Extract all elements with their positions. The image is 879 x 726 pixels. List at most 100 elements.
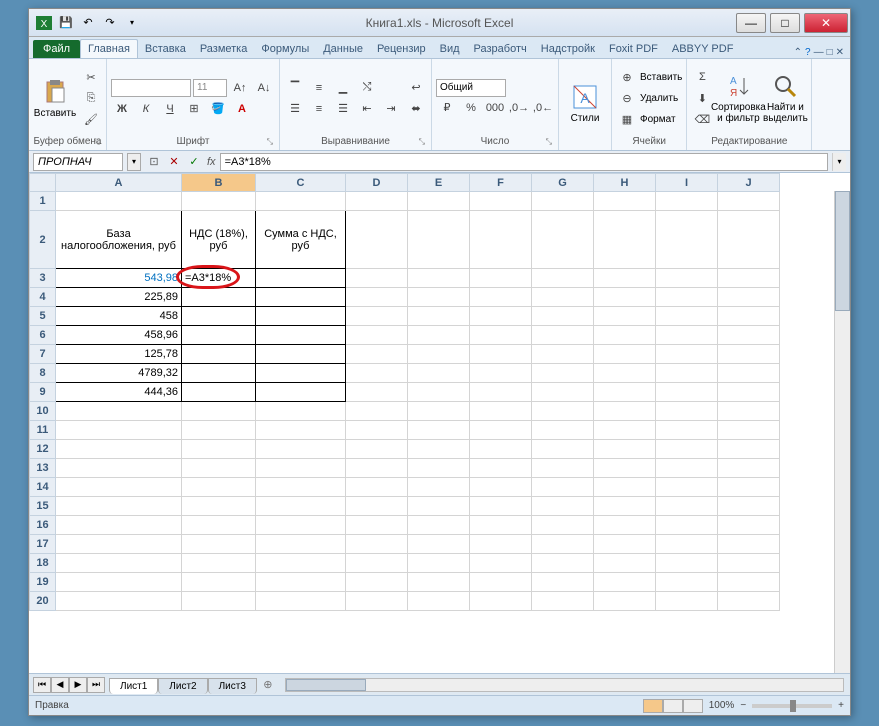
cell-F13[interactable] [470,459,532,478]
cell-I3[interactable] [656,269,718,288]
sheet-nav-next-icon[interactable]: ▶ [69,677,87,693]
cell-G7[interactable] [532,345,594,364]
cell-E5[interactable] [408,307,470,326]
align-right-icon[interactable]: ☰ [332,99,354,119]
cell-F6[interactable] [470,326,532,345]
cell-F19[interactable] [470,573,532,592]
underline-icon[interactable]: Ч [159,99,181,119]
vertical-scrollbar[interactable] [834,191,850,673]
row-header-2[interactable]: 2 [30,211,56,269]
cell-G20[interactable] [532,592,594,611]
cell-I10[interactable] [656,402,718,421]
decrease-font-icon[interactable]: A↓ [253,78,275,98]
help-icon[interactable]: ? [805,47,811,58]
cell-H6[interactable] [594,326,656,345]
font-size-select[interactable]: 11 [193,79,227,97]
enter-icon[interactable]: ✓ [185,153,203,171]
cell-D8[interactable] [346,364,408,383]
tab-formulas[interactable]: Формулы [254,40,316,58]
tab-abbyy[interactable]: ABBYY PDF [665,40,741,58]
cell-F14[interactable] [470,478,532,497]
copy-icon[interactable]: ⎘ [80,88,102,108]
sheet-nav-last-icon[interactable]: ⏭ [87,677,105,693]
cell-B8[interactable] [182,364,256,383]
sheet-nav-first-icon[interactable]: ⏮ [33,677,51,693]
cell-B7[interactable] [182,345,256,364]
cell-A20[interactable] [56,592,182,611]
format-painter-icon[interactable]: 🖌 [80,109,102,129]
spreadsheet-grid[interactable]: ABCDEFGHIJ12База налогообложения, рубНДС… [29,173,850,673]
cell-D6[interactable] [346,326,408,345]
increase-font-icon[interactable]: A↑ [229,78,251,98]
row-header-4[interactable]: 4 [30,288,56,307]
cell-B3[interactable]: =A3*18% [182,269,256,288]
horizontal-scrollbar[interactable] [285,678,844,692]
cell-F2[interactable] [470,211,532,269]
cell-G3[interactable] [532,269,594,288]
view-break-icon[interactable] [683,699,703,713]
cell-H10[interactable] [594,402,656,421]
cell-F16[interactable] [470,516,532,535]
indent-decrease-icon[interactable]: ⇤ [356,99,378,119]
clipboard-dialog-icon[interactable]: ⤡ [94,137,100,147]
cell-D3[interactable] [346,269,408,288]
insert-cells-label[interactable]: Вставить [640,72,682,83]
formula-bar[interactable]: =A3*18% [220,153,828,171]
cell-C5[interactable] [256,307,346,326]
col-header-F[interactable]: F [470,174,532,192]
minimize-button[interactable]: — [736,13,766,33]
undo-icon[interactable]: ↶ [79,14,97,32]
maximize-button[interactable]: □ [770,13,800,33]
cell-D13[interactable] [346,459,408,478]
row-header-16[interactable]: 16 [30,516,56,535]
cell-B18[interactable] [182,554,256,573]
cell-F12[interactable] [470,440,532,459]
cell-G12[interactable] [532,440,594,459]
cell-A3[interactable]: 543,98 [56,269,182,288]
cell-J16[interactable] [718,516,780,535]
tab-view[interactable]: Вид [433,40,467,58]
cell-A14[interactable] [56,478,182,497]
insert-cells-icon[interactable]: ⊕ [616,67,638,87]
cell-D16[interactable] [346,516,408,535]
cell-B1[interactable] [182,192,256,211]
col-header-C[interactable]: C [256,174,346,192]
cell-H14[interactable] [594,478,656,497]
tab-data[interactable]: Данные [316,40,370,58]
cell-B11[interactable] [182,421,256,440]
cell-B19[interactable] [182,573,256,592]
cell-F17[interactable] [470,535,532,554]
new-sheet-icon[interactable]: ⊕ [257,678,279,691]
cell-G15[interactable] [532,497,594,516]
cell-H5[interactable] [594,307,656,326]
cell-E14[interactable] [408,478,470,497]
cell-H17[interactable] [594,535,656,554]
cell-E1[interactable] [408,192,470,211]
merge-icon[interactable]: ⬌ [405,99,427,119]
cell-C13[interactable] [256,459,346,478]
select-all-corner[interactable] [30,174,56,192]
cell-I1[interactable] [656,192,718,211]
cell-J2[interactable] [718,211,780,269]
row-header-12[interactable]: 12 [30,440,56,459]
cell-J20[interactable] [718,592,780,611]
cell-A11[interactable] [56,421,182,440]
cell-H8[interactable] [594,364,656,383]
cell-I18[interactable] [656,554,718,573]
cell-H15[interactable] [594,497,656,516]
row-header-18[interactable]: 18 [30,554,56,573]
col-header-J[interactable]: J [718,174,780,192]
save-icon[interactable]: 💾 [57,14,75,32]
cell-E6[interactable] [408,326,470,345]
cell-B5[interactable] [182,307,256,326]
row-header-14[interactable]: 14 [30,478,56,497]
autosum-icon[interactable]: Σ [691,67,713,87]
cell-F8[interactable] [470,364,532,383]
doc-restore-icon[interactable]: □ [827,47,833,58]
cut-icon[interactable]: ✂ [80,67,102,87]
row-header-9[interactable]: 9 [30,383,56,402]
fx-icon[interactable]: fx [207,156,216,168]
cell-A13[interactable] [56,459,182,478]
comma-icon[interactable]: 000 [484,98,506,118]
align-top-icon[interactable]: ▔ [284,78,306,98]
